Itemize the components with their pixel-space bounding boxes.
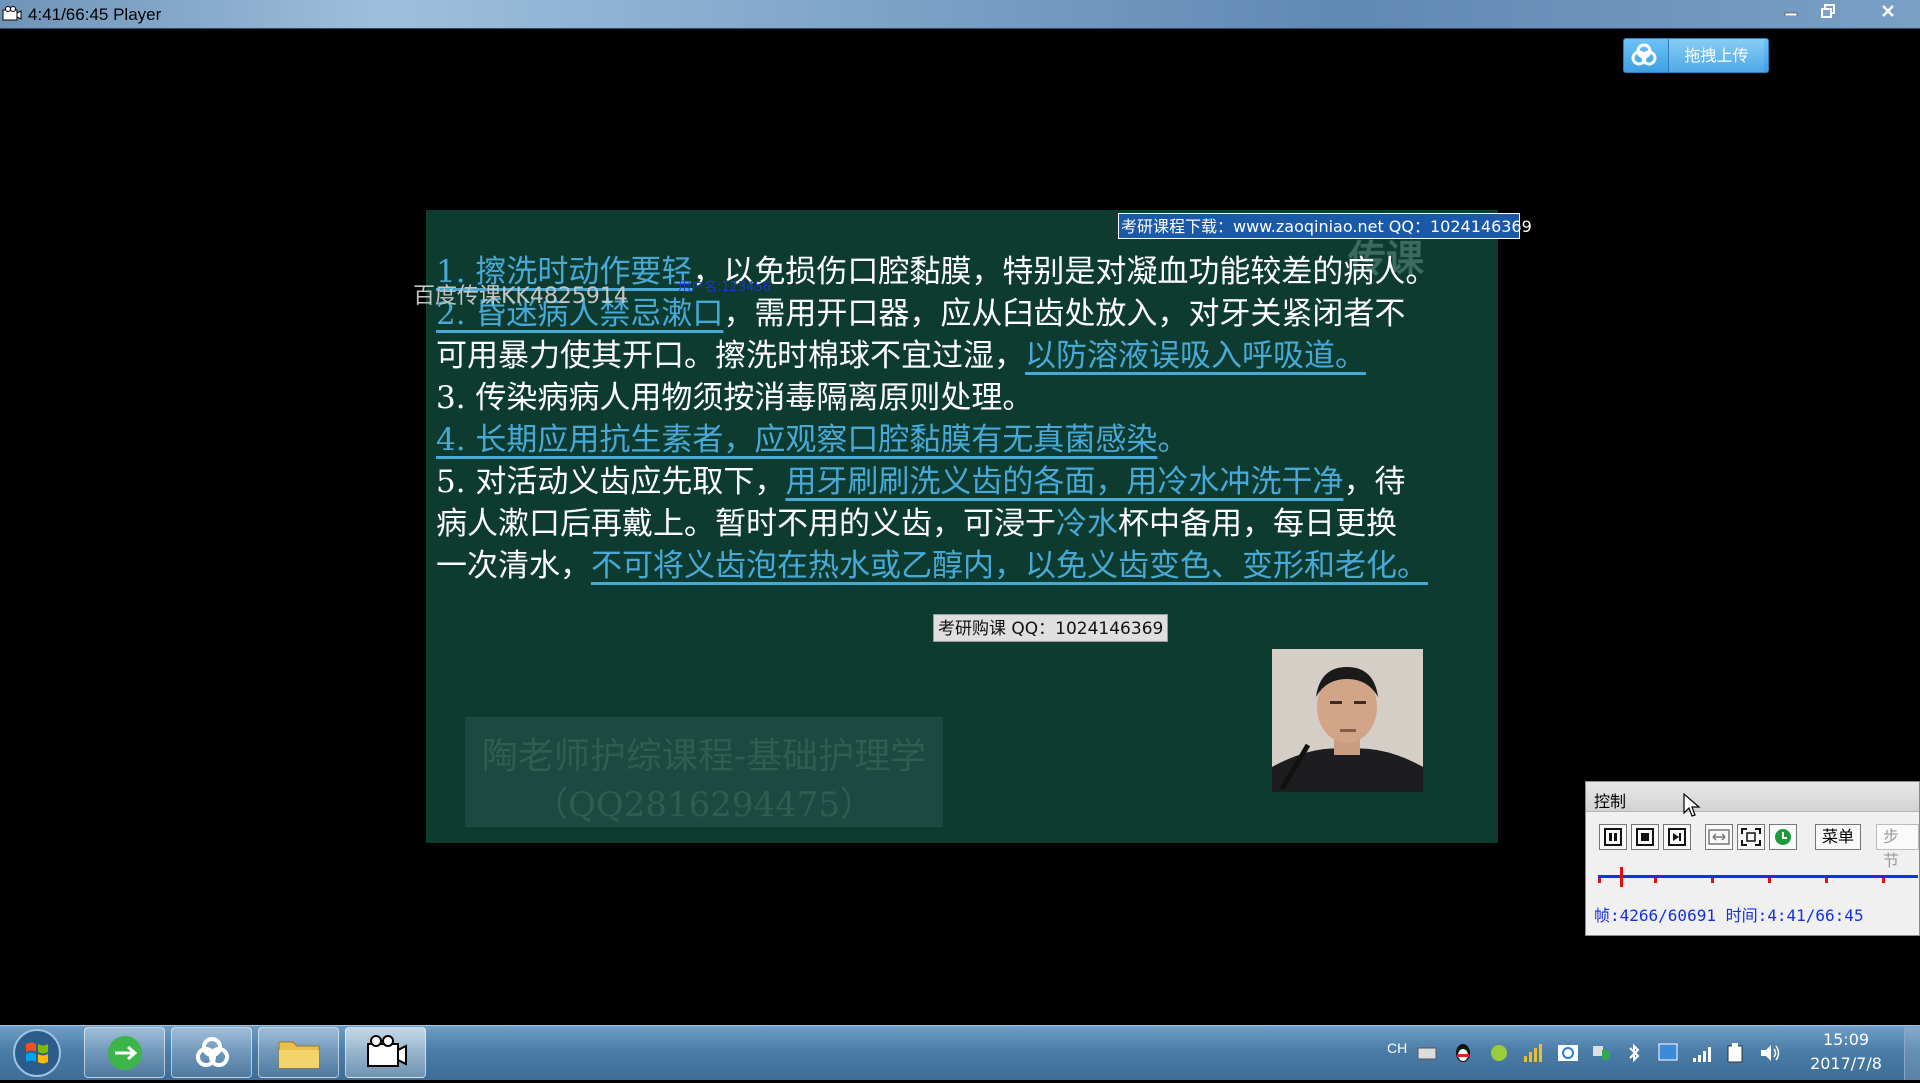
player-app-icon <box>2 6 22 21</box>
taskbar-browser-app[interactable] <box>84 1027 165 1078</box>
input-language-indicator[interactable]: CH <box>1387 1040 1407 1056</box>
stop-icon <box>1636 828 1654 846</box>
keyboard-icon[interactable] <box>1416 1040 1438 1066</box>
slide-line-3: 可用暴力使其开口。擦洗时棉球不宜过湿，以防溶液误吸入呼吸道。 <box>436 330 1366 375</box>
player-taskbar-icon <box>367 1035 407 1067</box>
window-titlebar: 4:41/66:45 Player <box>0 0 1920 29</box>
folder-icon <box>278 1041 320 1069</box>
slide-line-7: 病人漱口后再戴上。暂时不用的义齿，可浸于冷水杯中备用，每日更换 <box>436 498 1397 543</box>
frame-counter: 帧:4266/60691 <box>1594 906 1716 925</box>
record-icon <box>1775 829 1791 845</box>
seek-tick <box>1654 878 1657 883</box>
course-download-banner: 考研课程下载：www.zaoqiniao.net QQ：1024146369 <box>1118 213 1532 239</box>
fit-window-icon <box>1708 829 1730 845</box>
seek-tick <box>1598 878 1601 883</box>
bluetooth-icon[interactable] <box>1624 1040 1644 1066</box>
window-title: 4:41/66:45 Player <box>28 5 162 24</box>
qq-purchase-badge: 考研购课 QQ：1024146369 <box>933 614 1169 642</box>
seek-tick <box>1882 878 1885 883</box>
browser-icon <box>108 1036 142 1070</box>
baidu-cloud-tray-icon[interactable] <box>1556 1040 1580 1066</box>
slide-line-3-highlight: 以防溶液误吸入呼吸道。 <box>1025 338 1366 374</box>
drag-upload-label: 拖拽上传 <box>1668 39 1764 72</box>
slide-line-7-tail: 杯中备用，每日更换 <box>1118 506 1397 542</box>
control-panel-title: 控制 <box>1594 792 1627 811</box>
next-frame-icon <box>1668 828 1686 846</box>
fullscreen-icon <box>1741 828 1761 846</box>
slide-line-4-text: 3. 传染病病人用物须按消毒隔离原则处理。 <box>436 380 1034 416</box>
step-button[interactable]: 步节 <box>1876 824 1919 870</box>
start-button[interactable] <box>8 1027 66 1079</box>
slide-line-6-highlight: 用牙刷刷洗义齿的各面，用冷水冲洗干净 <box>785 464 1344 500</box>
baidu-watermark: 百度传课KK4825914 <box>413 284 628 309</box>
seek-bar[interactable] <box>1598 875 1918 878</box>
presenter-video <box>1272 649 1423 792</box>
slide-line-1-text: ，以免损伤口腔黏膜，特别是对凝血功能较差的病人。 <box>692 254 1437 290</box>
pause-button[interactable] <box>1599 824 1627 850</box>
volume-icon[interactable] <box>1758 1040 1782 1066</box>
shield-tray-icon[interactable] <box>1590 1040 1614 1066</box>
taskbar-file-explorer-app[interactable] <box>258 1027 339 1078</box>
restore-button[interactable] <box>1811 0 1845 22</box>
slide-line-7-text: 病人漱口后再戴上。暂时不用的义齿，可浸于 <box>436 506 1056 542</box>
seek-tick <box>1711 878 1714 883</box>
slide-line-8-text: 一次清水， <box>436 548 591 584</box>
minimize-icon <box>1784 12 1798 16</box>
baidu-cloud-icon <box>1631 43 1657 66</box>
playback-status: 帧:4266/60691 时间:4:41/66:45 <box>1594 902 1864 926</box>
slide-line-7-highlight: 冷水 <box>1056 506 1118 542</box>
display-tray-icon[interactable] <box>1656 1040 1680 1066</box>
control-panel: 控制 菜单 步节 帧:4266/60691 时间:4:41/66:45 <box>1585 781 1920 936</box>
network-activity-icon[interactable] <box>1522 1040 1546 1066</box>
minimize-button[interactable] <box>1774 0 1808 22</box>
slide-line-6: 5. 对活动义齿应先取下，用牙刷刷洗义齿的各面，用冷水冲洗干净，待 <box>436 456 1405 501</box>
security-app-icon[interactable] <box>1488 1040 1510 1066</box>
close-button[interactable] <box>1865 0 1911 22</box>
slide-line-3-text: 可用暴力使其开口。擦洗时棉球不宜过湿， <box>436 338 1025 374</box>
slide-line-2-text: ，需用开口器，应从臼齿处放入，对牙关紧闭者不 <box>723 296 1406 332</box>
slide-line-5-text: 。 <box>1157 422 1189 458</box>
faint-course-title: 陶老师护综课程-基础护理学 <box>481 736 927 777</box>
clock-date[interactable]: 2017/7/8 <box>1800 1054 1892 1073</box>
mouse-cursor-icon <box>1683 793 1701 817</box>
fullscreen-button[interactable] <box>1737 824 1765 850</box>
slide-line-6-text: 5. 对活动义齿应先取下， <box>436 464 786 500</box>
stop-button[interactable] <box>1631 824 1659 850</box>
pause-icon <box>1604 828 1622 846</box>
seek-thumb[interactable] <box>1620 867 1624 887</box>
slide-line-6-tail: ，待 <box>1343 464 1406 500</box>
show-desktop-button[interactable] <box>1904 1027 1920 1080</box>
control-panel-header[interactable]: 控制 <box>1586 782 1919 812</box>
seek-tick <box>1768 878 1771 883</box>
next-frame-button[interactable] <box>1663 824 1691 850</box>
seek-tick <box>1825 878 1828 883</box>
slide-line-5: 4. 长期应用抗生素者，应观察口腔黏膜有无真菌感染。 <box>436 414 1188 459</box>
restore-icon <box>1821 4 1835 18</box>
slide-line-8-highlight: 不可将义齿泡在热水或乙醇内，以免义齿变色、变形和老化。 <box>591 548 1428 584</box>
taskbar-player-app[interactable] <box>345 1027 426 1078</box>
record-button[interactable] <box>1769 824 1797 850</box>
baidu-cloud-taskbar-icon <box>196 1037 229 1067</box>
menu-button[interactable]: 菜单 <box>1815 824 1862 850</box>
windows-start-icon <box>13 1029 61 1077</box>
time-counter: 时间:4:41/66:45 <box>1725 906 1864 925</box>
slide-line-8: 一次清水，不可将义齿泡在热水或乙醇内，以免义齿变色、变形和老化。 <box>436 540 1428 585</box>
close-icon <box>1882 5 1894 17</box>
clock-time[interactable]: 15:09 <box>1806 1030 1886 1049</box>
drag-upload-button[interactable]: 拖拽上传 <box>1623 38 1769 73</box>
slide-line-5-highlight: 4. 长期应用抗生素者，应观察口腔黏膜有无真菌感染 <box>436 422 1158 458</box>
fit-window-button[interactable] <box>1705 824 1733 850</box>
wifi-signal-icon[interactable] <box>1690 1040 1714 1066</box>
faint-course-title-box: 陶老师护综课程-基础护理学 （QQ2816294475） <box>465 717 943 827</box>
qq-penguin-icon[interactable] <box>1452 1040 1474 1066</box>
slide-line-4: 3. 传染病病人用物须按消毒隔离原则处理。 <box>436 372 1033 417</box>
taskbar-baidu-cloud-app[interactable] <box>171 1027 252 1078</box>
faint-course-qq: （QQ2816294475） <box>533 785 875 825</box>
user-watermark: 用户名:123456 <box>678 280 772 295</box>
presenter-image <box>1272 649 1423 792</box>
battery-power-icon[interactable] <box>1724 1040 1746 1066</box>
